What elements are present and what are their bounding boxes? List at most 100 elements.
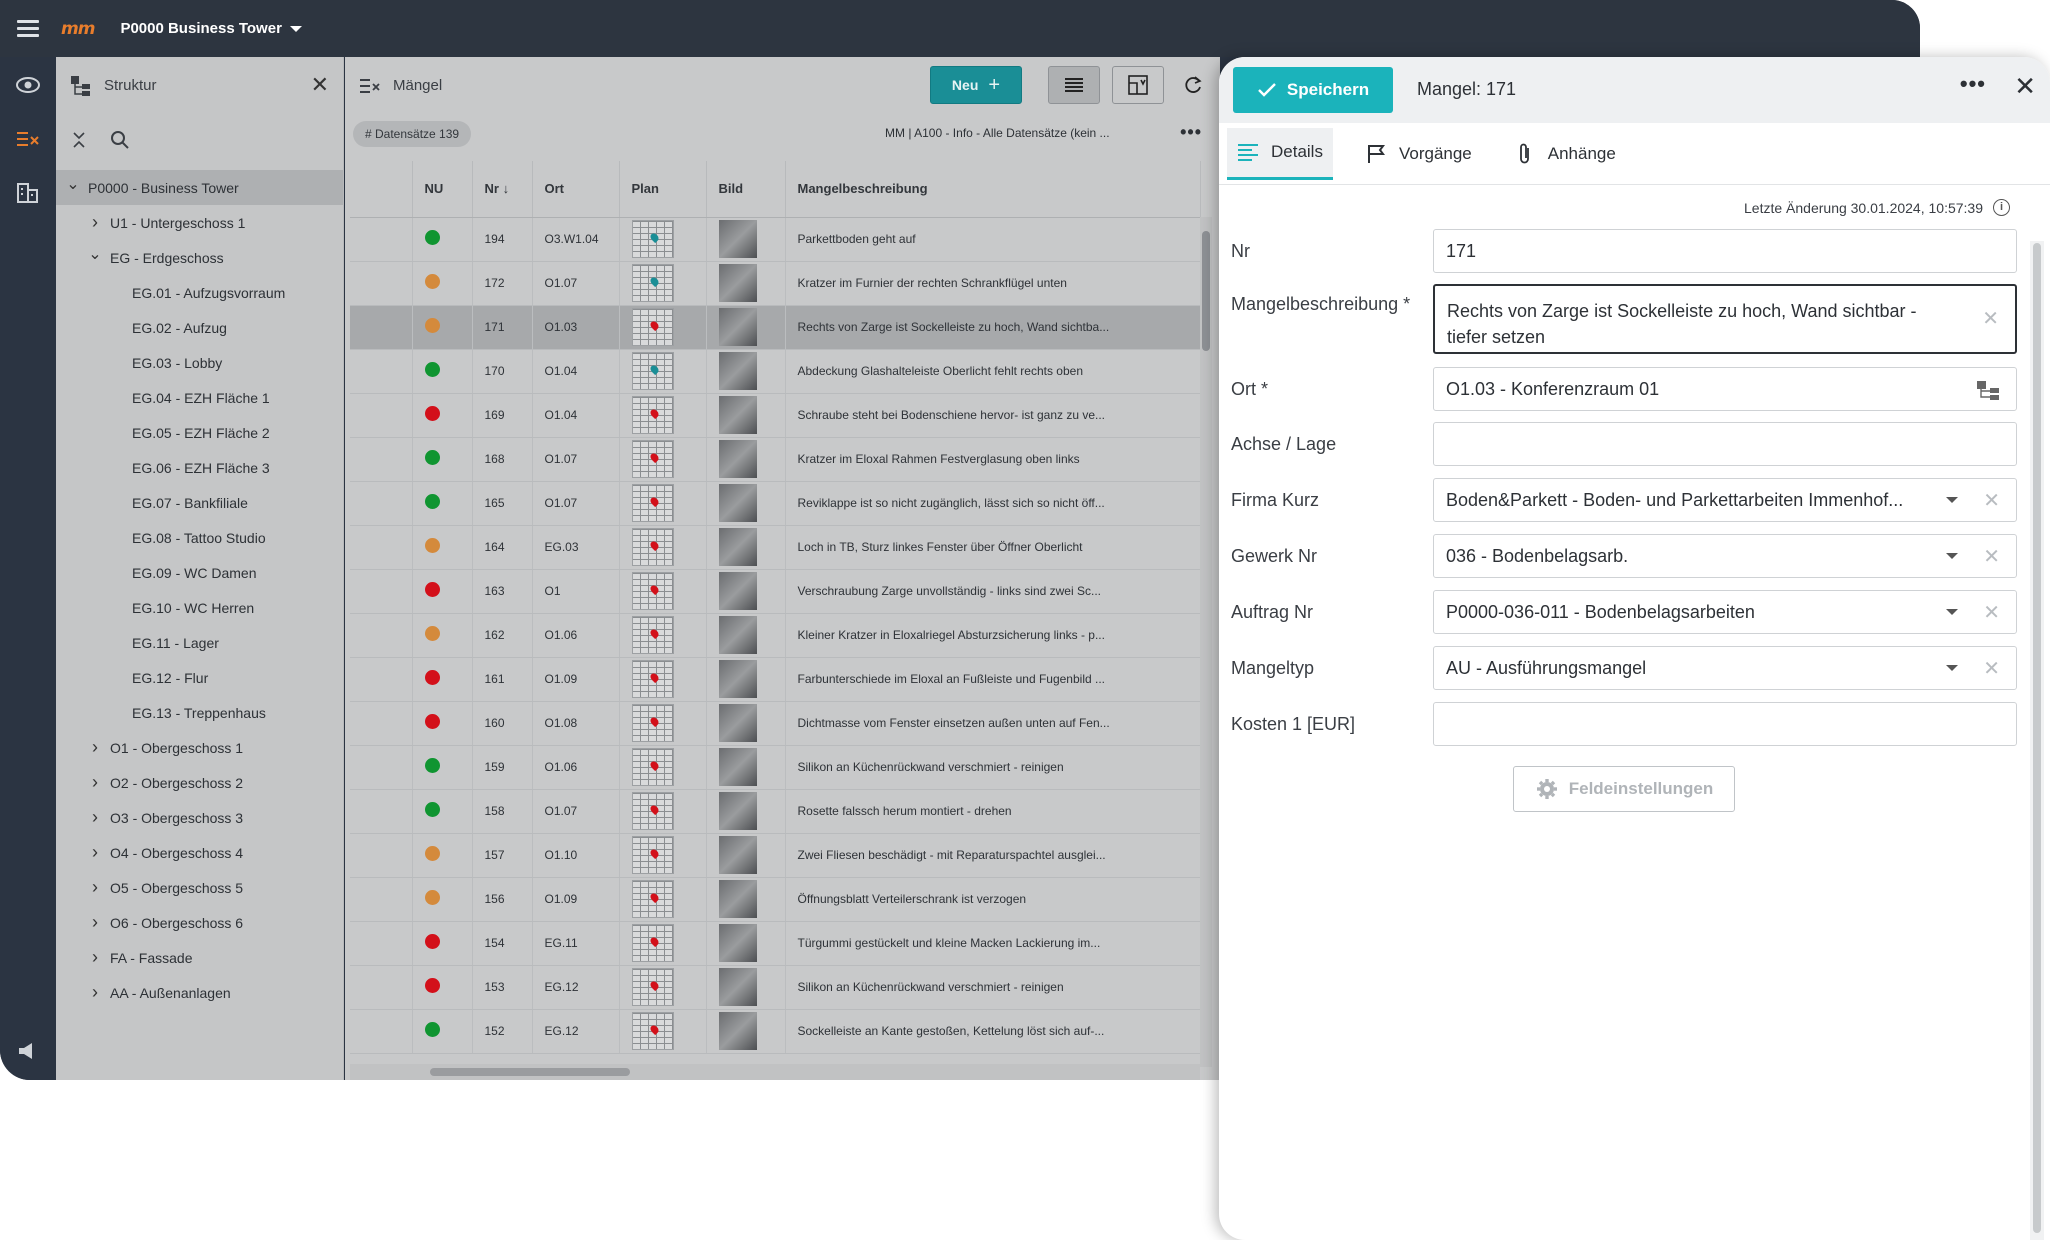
row-select-cell[interactable] — [350, 657, 413, 702]
tree-item[interactable]: EG.09 - WC Damen — [56, 555, 343, 590]
chevron-right-icon[interactable]: › — [86, 842, 104, 863]
tree-item[interactable]: › O6 - Obergeschoss 6 — [56, 905, 343, 940]
photo-thumbnail[interactable] — [718, 308, 757, 346]
nr-field[interactable]: 171 — [1433, 229, 2017, 273]
view-name[interactable]: MM | A100 - Info - Alle Datensätze (kein… — [885, 126, 1110, 140]
plan-thumbnail[interactable] — [631, 616, 674, 654]
info-icon[interactable]: i — [1993, 199, 2010, 216]
plan-thumbnail[interactable] — [631, 748, 674, 786]
photo-thumbnail[interactable] — [718, 924, 757, 962]
column-header-bild[interactable]: Bild — [706, 161, 786, 218]
row-select-cell[interactable] — [350, 701, 413, 746]
chevron-right-icon[interactable]: › — [86, 877, 104, 898]
tree-item[interactable]: › O1 - Obergeschoss 1 — [56, 730, 343, 765]
photo-thumbnail[interactable] — [718, 572, 757, 610]
tree-item[interactable]: EG.11 - Lager — [56, 625, 343, 660]
photo-thumbnail[interactable] — [718, 528, 757, 566]
tab-attachments[interactable]: Anhänge — [1504, 128, 1626, 180]
chevron-right-icon[interactable]: › — [86, 807, 104, 828]
field-settings-button[interactable]: Feldeinstellungen — [1513, 766, 1735, 812]
tree-item[interactable]: EG.07 - Bankfiliale — [56, 485, 343, 520]
table-row[interactable]: 164 EG.03 Loch in TB, Sturz linkes Fenster… — [350, 525, 1201, 570]
column-header-select[interactable] — [350, 161, 413, 218]
detail-scrollbar[interactable] — [2030, 241, 2044, 1240]
achse-field[interactable] — [1433, 422, 2017, 466]
row-select-cell[interactable] — [350, 305, 413, 350]
close-icon[interactable]: ✕ — [311, 74, 329, 96]
chevron-down-icon[interactable] — [1946, 665, 1958, 671]
tree-item[interactable]: EG.10 - WC Herren — [56, 590, 343, 625]
tab-details[interactable]: Details — [1227, 127, 1333, 180]
row-select-cell[interactable] — [350, 261, 413, 306]
row-select-cell[interactable] — [350, 349, 413, 394]
plan-thumbnail[interactable] — [631, 264, 674, 302]
chevron-right-icon[interactable]: › — [86, 212, 104, 233]
close-icon[interactable]: ✕ — [2014, 71, 2036, 102]
photo-thumbnail[interactable] — [718, 616, 757, 654]
save-button[interactable]: Speichern — [1233, 67, 1393, 113]
menu-icon[interactable] — [17, 20, 39, 37]
gewerk-select[interactable]: 036 - Bodenbelagsarb. ✕ — [1433, 534, 2017, 578]
row-select-cell[interactable] — [350, 921, 413, 966]
tree-item[interactable]: EG.08 - Tattoo Studio — [56, 520, 343, 555]
new-button[interactable]: Neu + — [930, 66, 1022, 104]
list-view-button[interactable] — [1048, 66, 1100, 104]
photo-thumbnail[interactable] — [718, 484, 757, 522]
tree-item[interactable]: ⌄ P0000 - Business Tower — [56, 170, 343, 205]
table-row[interactable]: 161 O1.09 Farbunterschiede im Eloxal an Fu… — [350, 657, 1201, 702]
plan-thumbnail[interactable] — [631, 968, 674, 1006]
plan-thumbnail[interactable] — [631, 440, 674, 478]
chevron-right-icon[interactable]: › — [86, 912, 104, 933]
tree-item[interactable]: › O2 - Obergeschoss 2 — [56, 765, 343, 800]
plan-view-button[interactable] — [1112, 66, 1164, 104]
tree-item[interactable]: › AA - Außenanlagen — [56, 975, 343, 1010]
clear-icon[interactable]: ✕ — [1983, 544, 2000, 569]
plan-thumbnail[interactable] — [631, 704, 674, 742]
column-header-desc[interactable]: Mangelbeschreibung — [785, 161, 1201, 218]
row-select-cell[interactable] — [350, 569, 413, 614]
plan-thumbnail[interactable] — [631, 660, 674, 698]
table-row[interactable]: 171 O1.03 Rechts von Zarge ist Sockelleist… — [350, 305, 1201, 350]
plan-thumbnail[interactable] — [631, 528, 674, 566]
row-select-cell[interactable] — [350, 393, 413, 438]
tree-item[interactable]: › O4 - Obergeschoss 4 — [56, 835, 343, 870]
chevron-right-icon[interactable]: › — [86, 772, 104, 793]
photo-thumbnail[interactable] — [718, 440, 757, 478]
table-row[interactable]: 159 O1.06 Silikon an Küchenrückwand versch… — [350, 745, 1201, 790]
table-row[interactable]: 158 O1.07 Rosette falssch herum montiert -… — [350, 789, 1201, 834]
column-header-nr[interactable]: Nr ↓ — [472, 161, 533, 218]
firma-select[interactable]: Boden&Parkett - Boden- und Parkettarbeit… — [1433, 478, 2017, 522]
tree-item[interactable]: › FA - Fassade — [56, 940, 343, 975]
plan-thumbnail[interactable] — [631, 352, 674, 390]
plan-thumbnail[interactable] — [631, 396, 674, 434]
row-select-cell[interactable] — [350, 1009, 413, 1054]
tree-item[interactable]: › O3 - Obergeschoss 3 — [56, 800, 343, 835]
building-icon[interactable] — [14, 179, 42, 207]
clear-icon[interactable]: ✕ — [1983, 656, 2000, 681]
plan-thumbnail[interactable] — [631, 836, 674, 874]
table-row[interactable]: 194 O3.W1.04 Parkettboden geht auf — [350, 217, 1201, 262]
row-select-cell[interactable] — [350, 745, 413, 790]
project-selector[interactable]: P0000 Business Tower — [120, 20, 302, 37]
table-row[interactable]: 165 O1.07 Reviklappe ist so nicht zugängli… — [350, 481, 1201, 526]
row-select-cell[interactable] — [350, 481, 413, 526]
table-row[interactable]: 153 EG.12 Silikon an Küchenrückwand versch… — [350, 965, 1201, 1010]
more-icon[interactable]: ••• — [1180, 122, 1202, 143]
plan-thumbnail[interactable] — [631, 220, 674, 258]
auftrag-select[interactable]: P0000-036-011 - Bodenbelagsarbeiten ✕ — [1433, 590, 2017, 634]
photo-thumbnail[interactable] — [718, 660, 757, 698]
description-field[interactable]: Rechts von Zarge ist Sockelleiste zu hoc… — [1433, 284, 2017, 354]
tree-item[interactable]: › O5 - Obergeschoss 5 — [56, 870, 343, 905]
kosten-field[interactable] — [1433, 702, 2017, 746]
photo-thumbnail[interactable] — [718, 880, 757, 918]
chevron-right-icon[interactable]: › — [86, 737, 104, 758]
plan-thumbnail[interactable] — [631, 880, 674, 918]
chevron-down-icon[interactable] — [1946, 553, 1958, 559]
table-row[interactable]: 170 O1.04 Abdeckung Glashalteleiste Oberli… — [350, 349, 1201, 394]
tree-item[interactable]: EG.13 - Treppenhaus — [56, 695, 343, 730]
photo-thumbnail[interactable] — [718, 1012, 757, 1050]
tree-item[interactable]: EG.05 - EZH Fläche 2 — [56, 415, 343, 450]
table-row[interactable]: 160 O1.08 Dichtmasse vom Fenster einsetzen… — [350, 701, 1201, 746]
table-row[interactable]: 157 O1.10 Zwei Fliesen beschädigt - mit Re… — [350, 833, 1201, 878]
tab-processes[interactable]: Vorgänge — [1355, 128, 1482, 180]
